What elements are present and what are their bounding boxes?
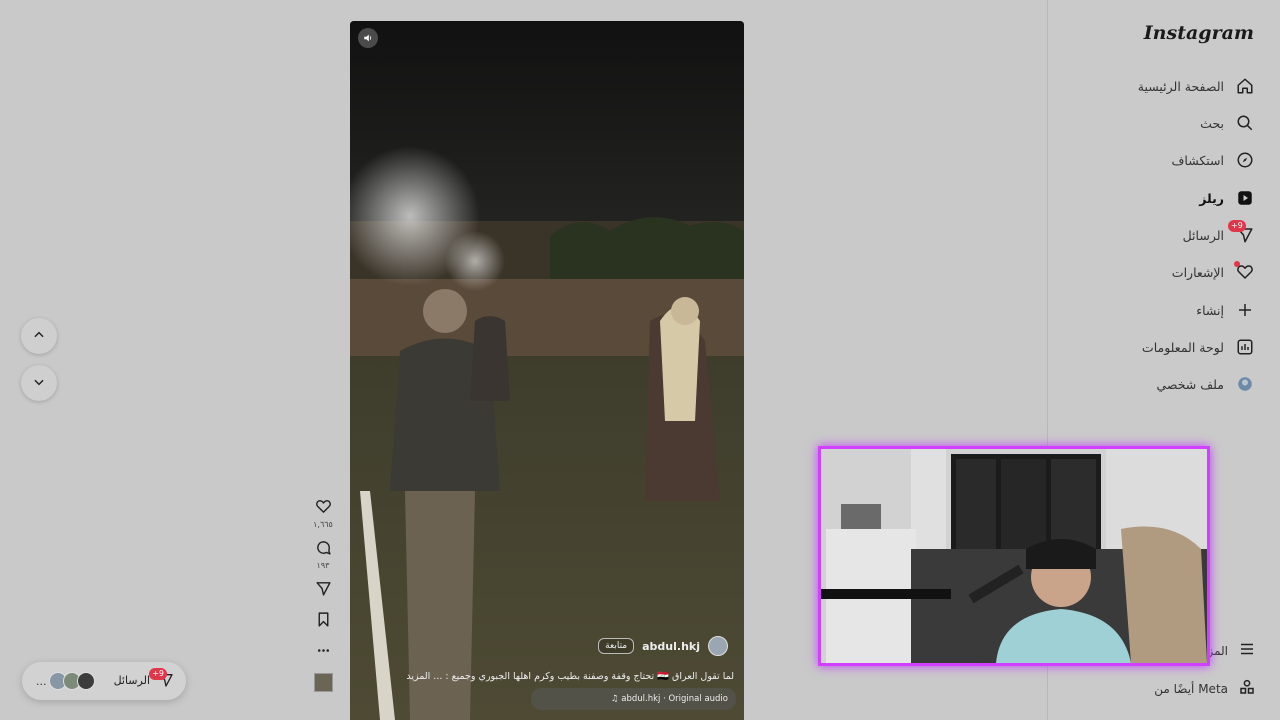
sidebar-item-dashboard[interactable]: لوحة المعلومات: [1142, 332, 1256, 362]
messages-pill-badge: +9: [149, 668, 167, 680]
webcam-feed: [821, 449, 1207, 663]
audio-label[interactable]: ♫ abdul.hkj · Original audio: [530, 688, 736, 710]
chevron-up-icon: [32, 327, 46, 346]
comment-count: ١٩٣: [316, 561, 330, 570]
avatar: [76, 672, 95, 690]
send-icon: +9: [1228, 220, 1256, 246]
more-dots-icon[interactable]: [315, 642, 332, 663]
speaker-icon: [363, 33, 373, 43]
sidebar-item-explore[interactable]: استكشاف: [1171, 145, 1256, 175]
dashboard-icon: [1234, 336, 1256, 358]
reels-icon: [1234, 187, 1256, 209]
message-avatars: ...: [36, 672, 95, 690]
heart-icon[interactable]: [315, 498, 332, 519]
sidebar-item-profile[interactable]: ملف شخصي: [1156, 369, 1256, 399]
previous-reel-button[interactable]: [21, 318, 57, 354]
avatar-icon: [1234, 373, 1256, 395]
sidebar-item-label: الإشعارات: [1171, 264, 1224, 280]
audio-thumbnail[interactable]: [313, 673, 333, 692]
like-count: ١,٦٦٥: [313, 520, 333, 529]
sidebar-item-label: الصفحة الرئيسية: [1137, 78, 1224, 94]
send-icon[interactable]: [315, 580, 332, 601]
sidebar-item-label: بحث: [1200, 115, 1224, 131]
more-action: [311, 642, 335, 663]
heart-icon: [1234, 261, 1256, 283]
reel-video[interactable]: abdul.hkj متابعة لما تقول العراق 🇮🇶 تحتا…: [350, 21, 744, 720]
sidebar-item-notifications[interactable]: الإشعارات: [1172, 257, 1256, 287]
messages-badge: +9: [1228, 220, 1246, 232]
next-reel-button[interactable]: [21, 365, 57, 401]
sound-toggle-button[interactable]: [358, 28, 378, 48]
author-name[interactable]: abdul.hkj: [642, 640, 700, 653]
sidebar-item-messages[interactable]: +9 الرسائل: [1183, 220, 1256, 250]
instagram-logo[interactable]: Instagram: [1144, 22, 1254, 44]
sidebar-item-reels[interactable]: ريلز: [1199, 183, 1256, 213]
bookmark-icon[interactable]: [315, 611, 332, 632]
sidebar-item-home[interactable]: الصفحة الرئيسية: [1138, 71, 1256, 101]
messages-pill-label: الرسائل: [113, 674, 150, 687]
menu-icon: [1238, 640, 1256, 662]
sidebar-item-label: الرسائل: [1182, 227, 1224, 243]
messages-pill[interactable]: +9 الرسائل ...: [22, 662, 186, 700]
sidebar-item-label: إنشاء: [1196, 302, 1224, 318]
reel-caption[interactable]: لما تقول العراق 🇮🇶 تحتاج وقفة وصفنة بطيب…: [394, 671, 734, 682]
share-action: [311, 580, 335, 601]
comment-action: ١٩٣: [311, 539, 335, 570]
sidebar-item-label: ملف شخصي: [1156, 376, 1224, 392]
audio-thumb-action: [311, 673, 335, 692]
sidebar-item-create[interactable]: إنشاء: [1196, 295, 1256, 325]
compass-icon: [1234, 149, 1256, 171]
meta-label: أيضًا من Meta: [1154, 682, 1228, 696]
reel-author: abdul.hkj متابعة: [598, 636, 728, 656]
reel-video-frame: [350, 21, 744, 720]
chevron-down-icon: [32, 374, 46, 393]
sidebar-item-label: ريلز: [1199, 190, 1224, 206]
save-action: [311, 611, 335, 632]
more-avatars-indicator: ...: [36, 674, 47, 688]
search-icon: [1234, 112, 1256, 134]
like-action: ١,٦٦٥: [311, 498, 335, 529]
home-icon: [1234, 75, 1256, 97]
sidebar-item-label: لوحة المعلومات: [1141, 339, 1224, 355]
sidebar-item-label: استكشاف: [1171, 152, 1224, 168]
plus-icon: [1234, 299, 1256, 321]
notification-dot: [1234, 261, 1240, 267]
also-from-meta-button[interactable]: أيضًا من Meta: [1154, 676, 1256, 702]
apps-icon: [1238, 678, 1256, 700]
follow-button[interactable]: متابعة: [598, 638, 635, 654]
comment-icon[interactable]: [315, 539, 332, 560]
music-note-icon: ♫: [610, 694, 622, 704]
webcam-overlay: [818, 446, 1210, 666]
audio-text: abdul.hkj · Original audio: [621, 694, 728, 704]
reel-actions: ١,٦٦٥ ١٩٣: [311, 498, 335, 702]
sidebar-item-search[interactable]: بحث: [1200, 108, 1256, 138]
author-avatar[interactable]: [708, 636, 728, 656]
